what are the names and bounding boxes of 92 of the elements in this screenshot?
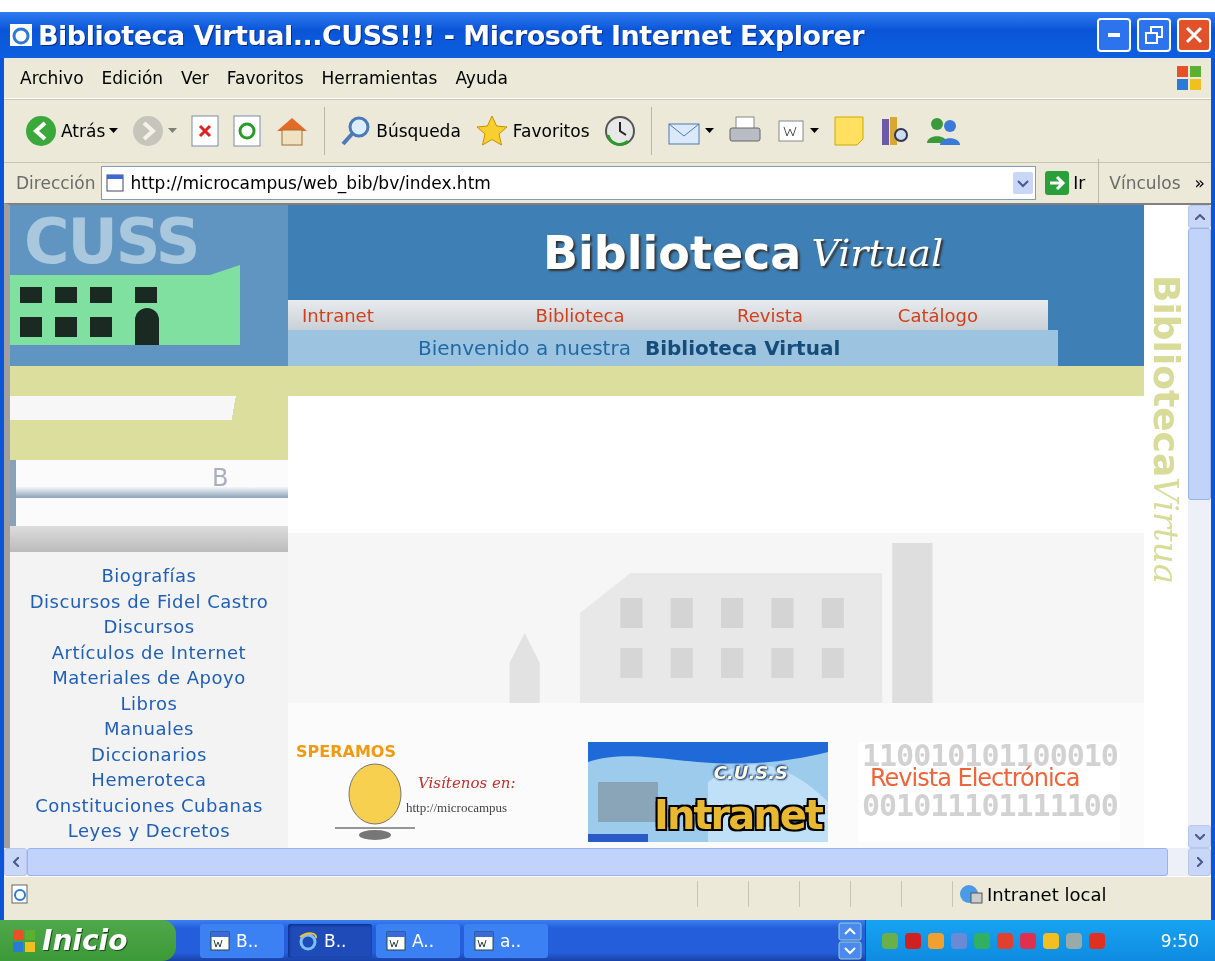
site-title: Biblioteca (543, 225, 802, 280)
tray-icon[interactable] (1041, 930, 1061, 951)
taskbar-button[interactable]: B.. (200, 923, 284, 958)
ie-icon (10, 24, 32, 46)
scroll-up-button[interactable] (1188, 205, 1211, 228)
ie-icon (298, 930, 318, 951)
toolbar-button[interactable]: Atrás (22, 115, 122, 147)
category-link[interactable]: Discursos de Fidel Castro (29, 589, 269, 613)
scroll-thumb[interactable] (1188, 228, 1211, 501)
word-document-icon (474, 930, 494, 951)
category-link[interactable]: Libros (120, 691, 178, 715)
refresh-icon (233, 115, 262, 147)
stop-icon (191, 115, 220, 147)
menu-item[interactable]: Favoritos (226, 68, 304, 88)
category-link[interactable]: Artículos de Internet (51, 640, 247, 664)
logo-text: CUSS (24, 205, 199, 278)
clock: 9:50 (1160, 930, 1199, 951)
scroll-right-button[interactable] (1188, 848, 1211, 876)
caret-icon (168, 128, 178, 134)
menu-item[interactable]: Ver (181, 68, 209, 88)
menu-item[interactable]: Edición (101, 68, 164, 88)
history-clock-icon (603, 115, 636, 147)
banner-headline: SPERAMOS (296, 742, 396, 761)
taskbar-button[interactable]: B.. (288, 923, 372, 958)
restore-button[interactable] (1137, 18, 1171, 52)
close-button[interactable] (1177, 18, 1211, 52)
nav-link[interactable]: Intranet (288, 304, 478, 326)
taskbar-button[interactable]: a.. (464, 923, 548, 958)
category-link[interactable]: Constituciones Cubanas (35, 793, 263, 817)
tray-icon[interactable] (926, 930, 946, 951)
scroll-down-button[interactable] (1188, 825, 1211, 848)
windows-logo-icon (12, 928, 36, 953)
tray-icon[interactable] (1018, 930, 1038, 951)
nav-link[interactable]: Revista (668, 304, 858, 326)
people-icon (924, 115, 961, 147)
close-icon (1185, 26, 1203, 44)
scroll-arrows-icon (838, 921, 862, 960)
welcome-bold-text: Biblioteca Virtual (644, 336, 841, 360)
category-link[interactable]: Leyes y Decretos (67, 819, 231, 843)
restore-icon (1145, 26, 1163, 44)
vertical-title: Biblioteca (1145, 275, 1187, 478)
category-link[interactable]: Manuales (104, 717, 194, 741)
more-chevron[interactable]: » (1194, 173, 1205, 193)
address-label: Dirección (16, 173, 96, 193)
category-link[interactable]: Materiales de Apoyo (52, 666, 246, 690)
scroll-left-button[interactable] (4, 848, 27, 876)
tray-icon[interactable] (1087, 930, 1107, 951)
category-link[interactable]: Hemeroteca (91, 768, 207, 792)
word-document-icon (210, 930, 230, 951)
nav-link[interactable]: Catálogo (858, 304, 1048, 326)
document-edit-icon (775, 117, 806, 145)
menu-item[interactable]: Ayuda (455, 68, 508, 88)
faded-letter: B (212, 464, 229, 492)
tray-icon[interactable] (995, 930, 1015, 951)
menu-item[interactable]: Herramientas (321, 68, 438, 88)
caret-icon (809, 128, 819, 134)
banner-big-text: Intranet (654, 792, 822, 838)
banner-url: http://microcampus (406, 800, 508, 816)
links-label[interactable]: Vínculos (1109, 173, 1181, 193)
caret-icon (704, 128, 714, 134)
tray-icon[interactable] (903, 930, 923, 951)
category-link[interactable]: Diccionarios (91, 742, 207, 766)
banner-caption: Visítenos en: (418, 774, 516, 792)
word-document-icon (386, 930, 406, 951)
zone-label: Intranet local (987, 883, 1107, 905)
category-link[interactable]: Discursos (103, 615, 195, 639)
banner-small-text: C.U.S.S (713, 762, 788, 783)
tray-icon[interactable] (1064, 930, 1084, 951)
start-button[interactable]: Inicio (0, 920, 176, 961)
address-field[interactable]: http://microcampus/web_bib/bv/index.htm (101, 166, 1037, 200)
go-button[interactable]: Ir (1042, 171, 1089, 195)
category-link[interactable]: Biografías (101, 564, 197, 588)
vertical-scrollbar[interactable] (1188, 205, 1211, 848)
minimize-button[interactable] (1097, 18, 1131, 52)
globe-icon (959, 883, 983, 905)
note-icon (832, 115, 865, 147)
page-icon (106, 174, 125, 192)
site-title-script: Virtual (811, 230, 944, 275)
vertical-title: Virtua (1146, 477, 1186, 585)
dropdown-icon[interactable] (1013, 172, 1034, 194)
toolbar-button[interactable]: Búsqueda (337, 115, 464, 147)
windows-logo-icon (1175, 64, 1203, 92)
minimize-icon (1108, 33, 1120, 37)
welcome-text: Bienvenido a nuestra (418, 336, 631, 360)
taskbar-button[interactable]: A.. (376, 923, 460, 958)
nav-link[interactable]: Biblioteca (478, 304, 668, 326)
toolbar-button[interactable]: Favoritos (471, 115, 593, 147)
window-title: Biblioteca Virtual...CUSS!!! - Microsoft Internet Explorer (38, 19, 866, 51)
menu-item[interactable]: Archivo (20, 68, 84, 88)
caret-icon (109, 128, 119, 134)
star-icon (474, 115, 509, 147)
page-icon (10, 884, 30, 904)
